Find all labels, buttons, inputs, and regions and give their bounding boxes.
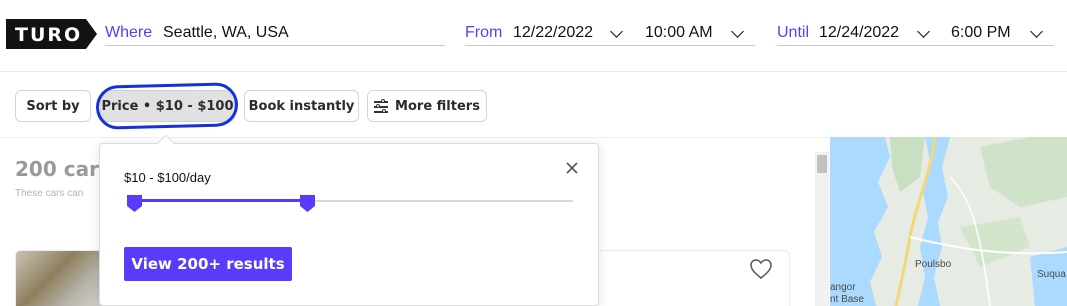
filter-divider <box>0 137 830 138</box>
until-time-chevron-down-icon[interactable] <box>1030 25 1043 38</box>
until-date-chevron-down-icon[interactable] <box>917 25 930 38</box>
until-label: Until <box>777 24 810 41</box>
price-annotation-circle <box>95 82 239 130</box>
close-icon[interactable] <box>563 159 581 177</box>
from-date-select[interactable]: 12/22/2022 <box>513 24 593 42</box>
sliders-icon <box>374 99 389 113</box>
price-slider-max-handle[interactable] <box>299 194 316 213</box>
results-map[interactable]: Poulsbo Suqua angor nt Base <box>830 137 1067 306</box>
favorite-heart-icon[interactable] <box>749 258 773 280</box>
book-instantly-label: Book instantly <box>248 98 355 114</box>
until-field[interactable]: Until 12/24/2022 6:00 PM <box>777 22 1054 46</box>
book-instantly-button[interactable]: Book instantly <box>244 90 359 122</box>
until-time-select[interactable]: 6:00 PM <box>951 24 1011 42</box>
logo-text: TURO <box>15 24 83 46</box>
search-header: TURO Where Seattle, WA, USA From 12/22/2… <box>0 0 1067 72</box>
map-label-suqua: Suqua <box>1037 269 1066 280</box>
view-results-button[interactable]: View 200+ results <box>124 247 292 281</box>
price-slider-min-handle[interactable] <box>126 194 143 213</box>
more-filters-button[interactable]: More filters <box>367 90 487 122</box>
more-filters-label: More filters <box>395 98 480 114</box>
from-label: From <box>465 24 503 41</box>
map-label-submarine-base: nt Base <box>830 294 864 305</box>
map-terrain <box>830 137 1067 306</box>
results-count: 200 cars <box>15 157 111 181</box>
results-scrollbar[interactable] <box>815 152 829 306</box>
turo-search-page: TURO Where Seattle, WA, USA From 12/22/2… <box>0 0 1067 306</box>
sort-by-button[interactable]: Sort by <box>15 90 91 122</box>
price-filter-popup <box>99 143 599 306</box>
from-time-select[interactable]: 10:00 AM <box>645 24 713 42</box>
price-range-label: $10 - $100/day <box>124 170 211 185</box>
where-input[interactable]: Seattle, WA, USA <box>163 24 289 42</box>
until-date-select[interactable]: 12/24/2022 <box>819 24 899 42</box>
results-subtitle: These cars can <box>15 188 84 199</box>
car-photo[interactable] <box>16 251 106 306</box>
sort-by-label: Sort by <box>26 98 80 114</box>
where-field[interactable]: Where Seattle, WA, USA <box>105 22 445 46</box>
from-date-chevron-down-icon[interactable] <box>610 25 623 38</box>
scrollbar-thumb[interactable] <box>817 155 827 173</box>
map-label-poulsbo: Poulsbo <box>915 259 952 270</box>
view-results-label: View 200+ results <box>131 255 285 273</box>
turo-logo[interactable]: TURO <box>6 19 97 49</box>
where-label: Where <box>105 24 153 41</box>
from-time-chevron-down-icon[interactable] <box>731 25 744 38</box>
map-label-bangor: angor <box>830 282 856 293</box>
price-slider-range <box>133 199 308 202</box>
from-field[interactable]: From 12/22/2022 10:00 AM <box>465 22 755 46</box>
